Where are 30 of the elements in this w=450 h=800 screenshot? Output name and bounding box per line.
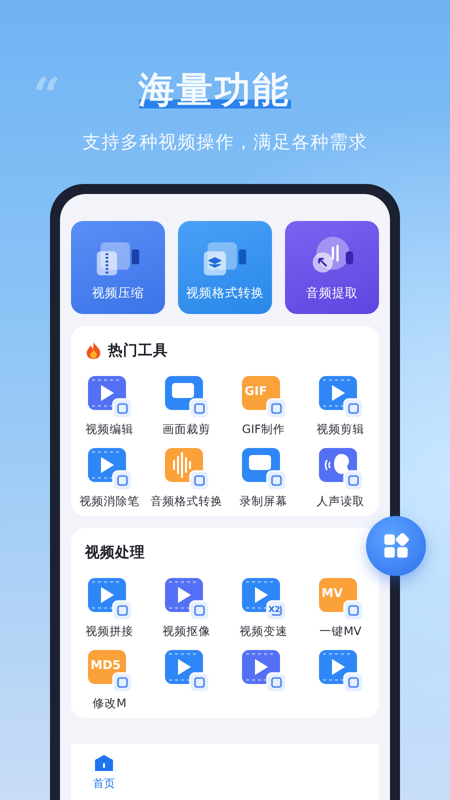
section-title: 热门工具: [108, 341, 168, 360]
nav-tab[interactable]: 首页: [93, 776, 115, 791]
tile-text: MD5: [90, 658, 121, 672]
tool-label[interactable]: 画面裁剪: [162, 422, 210, 438]
apps-icon: [382, 532, 410, 560]
card-label: 音频提取: [306, 285, 358, 302]
feature-card[interactable]: 音频提取: [285, 221, 379, 314]
tool-label[interactable]: 视频变速: [240, 624, 288, 640]
tile-text: GIF: [244, 384, 268, 398]
feature-card[interactable]: 视频压缩: [71, 221, 165, 314]
tool-label[interactable]: 修改M: [92, 696, 126, 712]
home-icon[interactable]: [94, 754, 114, 772]
tool-label[interactable]: 录制屏幕: [240, 494, 288, 510]
section-title: 视频处理: [85, 544, 145, 562]
tool-label[interactable]: GIF制作: [242, 422, 285, 438]
card-label: 视频格式转换: [186, 285, 264, 302]
subheadline: 支持多种视频操作，满足各种需求: [82, 131, 368, 154]
tool-label[interactable]: 视频抠像: [162, 624, 210, 640]
floating-button[interactable]: [366, 516, 426, 576]
tile-text: MV: [322, 586, 343, 600]
tool-label[interactable]: 人声读取: [316, 494, 364, 510]
tool-label[interactable]: 视频拼接: [86, 624, 134, 640]
tool-label[interactable]: 视频编辑: [86, 422, 134, 438]
tool-label[interactable]: 视频消除笔: [80, 494, 140, 510]
card-label: 视频压缩: [92, 285, 144, 302]
quote-mark: “: [33, 76, 61, 116]
badge-text: X2: [268, 605, 280, 614]
tool-label[interactable]: 音频格式转换: [150, 494, 222, 510]
tool-label[interactable]: 视频剪辑: [316, 422, 364, 438]
tool-label[interactable]: 一键MV: [320, 624, 362, 640]
